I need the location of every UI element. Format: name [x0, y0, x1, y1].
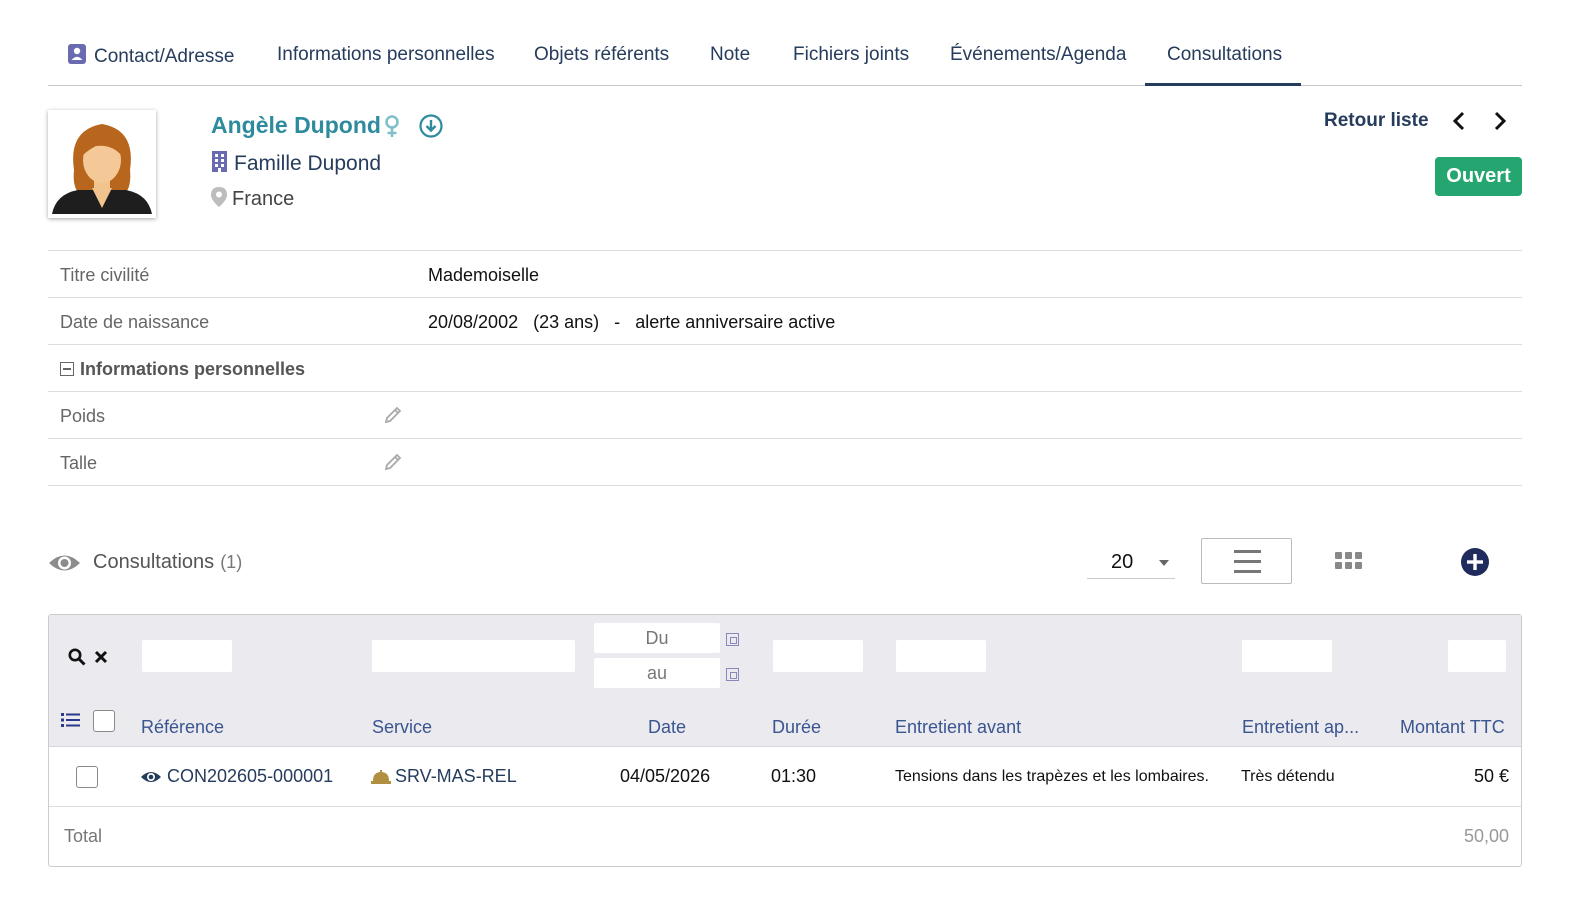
edit-pencil-icon[interactable] [383, 405, 403, 425]
female-gender-icon [385, 115, 399, 137]
clear-filter-icon[interactable] [94, 650, 108, 664]
row-after: Très détendu [1241, 768, 1335, 785]
filter-date-to-input[interactable]: au [594, 658, 720, 688]
consultations-table: Du au Référence Service Date Durée Entre… [48, 614, 1522, 867]
filter-duration-input[interactable] [773, 640, 863, 672]
contact-card-icon [68, 44, 86, 64]
total-label: Total [64, 826, 103, 846]
filter-before-input[interactable] [896, 640, 986, 672]
row-date: 04/05/2026 [620, 766, 711, 786]
select-all-checkbox[interactable] [93, 710, 115, 732]
chevron-right-icon[interactable] [1490, 110, 1510, 132]
column-header-date[interactable]: Date [648, 717, 686, 738]
column-list-icon[interactable] [61, 712, 80, 728]
calendar-icon[interactable] [726, 633, 739, 646]
status-badge: Ouvert [1435, 157, 1522, 196]
birth-age: (23 ans) [533, 312, 600, 332]
edit-pencil-icon[interactable] [383, 452, 403, 472]
column-header-after[interactable]: Entretient ap... [1242, 717, 1359, 738]
field-value: Mademoiselle [428, 265, 540, 285]
field-value: 20/08/2002 (23 ans) - alerte anniversair… [428, 312, 835, 333]
name-icons [384, 113, 444, 144]
building-icon [212, 151, 227, 172]
avatar-woman-icon [52, 124, 152, 214]
column-header-amount[interactable]: Montant TTC [1400, 717, 1505, 738]
tab-evenements-agenda[interactable]: Événements/Agenda [950, 44, 1126, 86]
back-to-list-link[interactable]: Retour liste [1324, 110, 1429, 132]
row-amount: 50 € [1473, 766, 1509, 786]
row-duration: 01:30 [771, 766, 817, 786]
field-row-height: Talle [48, 439, 1522, 486]
total-row: Total 50,00 [49, 807, 1521, 867]
section-toggle-informations-personnelles[interactable]: Informations personnelles [48, 345, 1522, 392]
tab-consultations[interactable]: Consultations [1145, 44, 1301, 86]
table-row[interactable]: CON202605-000001 SRV-MAS-REL 04/05/2026 … [49, 747, 1521, 807]
contact-name: Angèle Dupond [211, 112, 381, 138]
tab-bar: Contact/Adresse Informations personnelle… [48, 30, 1522, 86]
field-row-civility: Titre civilité Mademoiselle [48, 251, 1522, 298]
field-label: Titre civilité [60, 265, 150, 285]
map-marker-icon [211, 187, 227, 207]
column-header-service[interactable]: Service [372, 717, 432, 738]
filter-amount-input[interactable] [1448, 640, 1506, 672]
tab-contact-adresse[interactable]: Contact/Adresse [68, 44, 234, 86]
column-header-duration[interactable]: Durée [772, 717, 821, 738]
filter-date-from-input[interactable]: Du [594, 623, 720, 653]
filter-row: Du au [49, 615, 1521, 695]
table-header-row: Référence Service Date Durée Entretient … [49, 695, 1521, 747]
contact-fields-table: Titre civilité Mademoiselle Date de nais… [48, 250, 1522, 486]
column-header-before[interactable]: Entretient avant [895, 717, 1021, 738]
contact-family[interactable]: Famille Dupond [211, 151, 381, 176]
field-row-birthdate: Date de naissance 20/08/2002 (23 ans) - … [48, 298, 1522, 345]
list-view-button[interactable] [1201, 538, 1292, 584]
birthday-alert: alerte anniversaire active [635, 312, 836, 332]
tab-fichiers-joints[interactable]: Fichiers joints [793, 44, 909, 86]
row-before: Tensions dans les trapèzes et les lombai… [895, 768, 1209, 785]
chevron-left-icon[interactable] [1450, 110, 1470, 132]
search-icon[interactable] [68, 648, 86, 666]
page-size-select[interactable]: 20 [1087, 544, 1175, 579]
tab-informations-personnelles[interactable]: Informations personnelles [277, 44, 495, 86]
field-label: Poids [60, 406, 106, 426]
column-header-reference[interactable]: Référence [141, 717, 224, 738]
service-link[interactable]: SRV-MAS-REL [395, 766, 517, 787]
service-bell-icon [371, 770, 391, 784]
section-title: Informations personnelles [80, 359, 306, 379]
calendar-icon[interactable] [726, 668, 739, 681]
kanban-grid-icon[interactable] [1335, 550, 1363, 572]
list-lines-icon [1234, 550, 1261, 573]
reference-link[interactable]: CON202605-000001 [167, 766, 333, 787]
filter-after-input[interactable] [1242, 640, 1332, 672]
filter-reference-input[interactable] [142, 640, 232, 672]
add-plus-circle-icon[interactable] [1460, 547, 1490, 577]
consultations-count: (1) [220, 552, 243, 572]
total-value: 50,00 [1463, 826, 1509, 846]
eye-icon [49, 555, 80, 571]
field-label: Talle [60, 453, 98, 473]
field-row-weight: Poids [48, 392, 1522, 439]
tab-objets-referents[interactable]: Objets référents [534, 44, 669, 86]
consultations-title: Consultations (1) [93, 551, 243, 573]
collapse-minus-icon [60, 362, 74, 376]
avatar[interactable] [48, 110, 156, 218]
row-checkbox[interactable] [76, 766, 98, 788]
download-circle-icon[interactable] [418, 113, 444, 139]
tab-note[interactable]: Note [710, 44, 750, 86]
birth-separator: - [614, 312, 621, 332]
field-label: Date de naissance [60, 312, 210, 332]
caret-down-icon [1159, 560, 1169, 566]
eye-icon[interactable] [140, 769, 162, 785]
contact-country: France [211, 187, 294, 211]
filter-service-input[interactable] [372, 640, 575, 672]
birth-date: 20/08/2002 [428, 312, 519, 332]
